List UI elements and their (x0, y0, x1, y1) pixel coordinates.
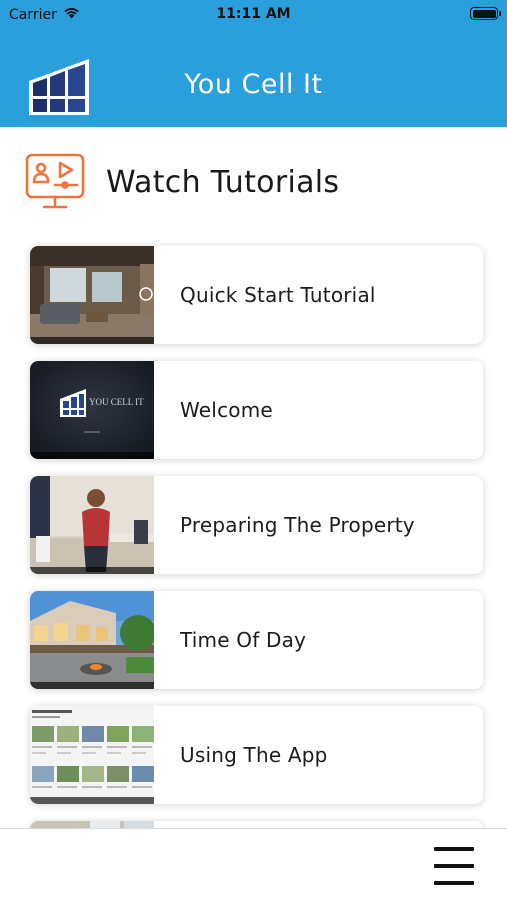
video-thumbnail: YOU CELL IT (30, 361, 154, 459)
tutorial-card-time-of-day[interactable]: Time Of Day (30, 591, 483, 689)
section-header: Watch Tutorials (24, 152, 339, 212)
tutorial-card-welcome[interactable]: YOU CELL IT Welcome (30, 361, 483, 459)
tutorial-card-partial[interactable] (30, 821, 483, 828)
status-time: 11:11 AM (216, 6, 291, 22)
tutorial-title: Time Of Day (180, 628, 307, 652)
tutorial-list[interactable]: Quick Start Tutorial YOU CELL IT Welcome… (0, 240, 507, 828)
tutorial-card-quick-start[interactable]: Quick Start Tutorial (30, 246, 483, 344)
app-title: You Cell It (184, 69, 323, 100)
video-thumbnail (30, 821, 154, 828)
tutorial-title: Welcome (180, 398, 273, 422)
video-thumbnail (30, 591, 154, 689)
thumbnail-caption: YOU CELL IT (89, 397, 144, 407)
battery-icon (470, 7, 501, 20)
status-bar: Carrier 11:11 AM (0, 0, 507, 30)
section-title: Watch Tutorials (106, 164, 340, 200)
tutorial-title: Quick Start Tutorial (180, 283, 376, 307)
video-thumbnail (30, 476, 154, 574)
tutorial-title: Using The App (180, 743, 328, 767)
tutorial-screen-icon (24, 152, 86, 212)
hamburger-menu-icon[interactable] (434, 847, 474, 885)
tutorial-card-using-the-app[interactable]: Using The App (30, 706, 483, 804)
tutorial-card-preparing-property[interactable]: Preparing The Property (30, 476, 483, 574)
video-thumbnail (30, 246, 154, 344)
video-thumbnail (30, 706, 154, 804)
app-header: Carrier 11:11 AM You Cell It (0, 0, 507, 127)
tutorial-title: Preparing The Property (180, 513, 415, 537)
bottom-bar (0, 828, 507, 900)
